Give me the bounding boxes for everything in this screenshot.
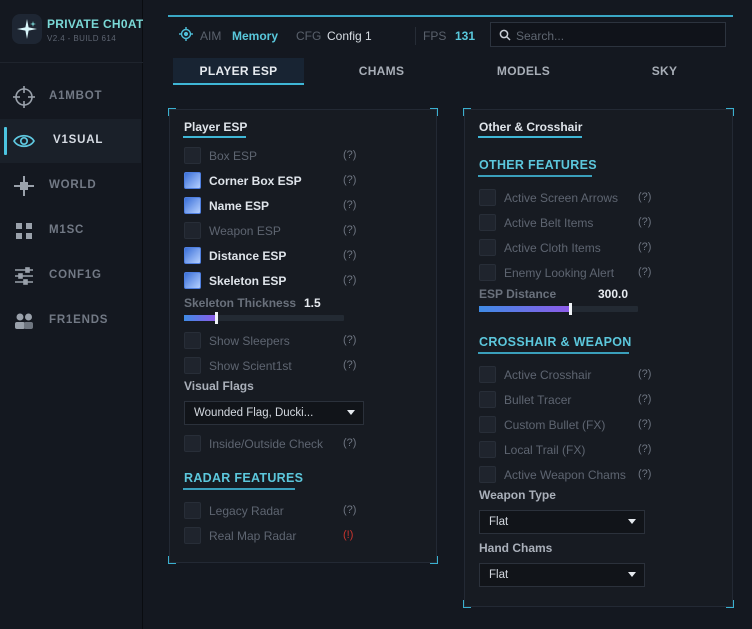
sidebar-item-label: WORLD	[49, 179, 97, 191]
checkbox-enemy-looking-alert[interactable]: Enemy Looking Alert (?)	[479, 264, 669, 282]
checkbox-bullet-tracer[interactable]: Bullet Tracer (?)	[479, 391, 669, 409]
section-title: CROSSHAIR & WEAPON	[479, 335, 632, 349]
tab-bar: PLAYER ESP CHAMS MODELS SKY	[168, 58, 733, 85]
checkbox-active-belt-items[interactable]: Active Belt Items (?)	[479, 214, 669, 232]
sidebar: PRIVATE CH0AT V2.4 - BUILD 614 A1MBOT V1…	[0, 0, 143, 629]
section-title: RADAR FEATURES	[184, 471, 304, 485]
search-placeholder: Search...	[516, 29, 565, 43]
skeleton-thickness-slider[interactable]	[184, 312, 344, 324]
panel-title: Player ESP	[184, 120, 248, 134]
chevron-down-icon	[628, 572, 636, 577]
title-underline	[183, 136, 246, 138]
sidebar-item-world[interactable]: WORLD	[0, 164, 141, 208]
sidebar-item-label: A1MBOT	[49, 90, 103, 102]
slider-thumb[interactable]	[568, 303, 572, 315]
fps-value: 131	[455, 29, 476, 43]
chevron-down-icon	[628, 519, 636, 524]
checkbox-weapon-esp[interactable]: Weapon ESP (?)	[184, 222, 374, 240]
esp-distance-value: 300.0	[598, 287, 629, 301]
sidebar-item-visual[interactable]: V1SUAL	[0, 119, 141, 163]
fps-label: FPS	[423, 29, 447, 43]
checkbox-corner-box-esp[interactable]: Corner Box ESP (?)	[184, 172, 374, 190]
tab-player-esp[interactable]: PLAYER ESP	[173, 58, 304, 85]
status-bar: AIM Memory CFG Config 1 FPS 131 Search..…	[168, 15, 733, 49]
sidebar-item-aimbot[interactable]: A1MBOT	[0, 75, 141, 119]
checkbox-active-crosshair[interactable]: Active Crosshair (?)	[479, 366, 669, 384]
sliders-icon	[12, 264, 36, 288]
sidebar-item-label: CONF1G	[49, 269, 102, 281]
checkbox-distance-esp[interactable]: Distance ESP (?)	[184, 247, 374, 265]
tab-models[interactable]: MODELS	[460, 58, 587, 84]
active-indicator	[4, 127, 7, 155]
sidebar-item-label: M1SC	[49, 224, 85, 236]
esp-distance-label: ESP Distance	[479, 287, 557, 301]
eye-icon	[12, 129, 36, 153]
checkbox-box-esp[interactable]: Box ESP (?)	[184, 147, 374, 165]
divider	[415, 27, 416, 45]
tab-sky[interactable]: SKY	[601, 58, 728, 84]
section-underline	[478, 352, 629, 354]
friends-icon	[12, 309, 36, 333]
weapon-type-dropdown[interactable]: Flat	[479, 510, 645, 534]
aim-value[interactable]: Memory	[232, 29, 278, 43]
weapon-type-label: Weapon Type	[479, 488, 556, 502]
hand-chams-label: Hand Chams	[479, 541, 553, 555]
chevron-down-icon	[347, 410, 355, 415]
world-icon	[12, 174, 36, 198]
checkbox-active-weapon-chams[interactable]: Active Weapon Chams (?)	[479, 466, 669, 484]
divider	[0, 62, 143, 63]
visual-flags-dropdown[interactable]: Wounded Flag, Ducki...	[184, 401, 364, 425]
search-input[interactable]: Search...	[490, 22, 726, 47]
checkbox-real-map-radar[interactable]: Real Map Radar (!)	[184, 527, 374, 545]
grid-icon	[12, 219, 36, 243]
logo-icon	[12, 14, 42, 44]
checkbox-legacy-radar[interactable]: Legacy Radar (?)	[184, 502, 374, 520]
brand-title: PRIVATE CH0AT	[47, 17, 144, 31]
cfg-value[interactable]: Config 1	[327, 29, 372, 43]
skeleton-thickness-label: Skeleton Thickness	[184, 296, 297, 310]
section-underline	[478, 175, 592, 177]
other-crosshair-panel: Other & Crosshair OTHER FEATURES Active …	[463, 108, 734, 608]
checkbox-show-sleepers[interactable]: Show Sleepers (?)	[184, 332, 374, 350]
brand: PRIVATE CH0AT V2.4 - BUILD 614	[12, 14, 143, 50]
checkbox-show-scientist[interactable]: Show Scient1st (?)	[184, 357, 374, 375]
checkbox-custom-bullet[interactable]: Custom Bullet (FX) (?)	[479, 416, 669, 434]
checkbox-active-screen-arrows[interactable]: Active Screen Arrows (?)	[479, 189, 669, 207]
app-window: PRIVATE CH0AT V2.4 - BUILD 614 A1MBOT V1…	[0, 0, 752, 629]
panel-title: Other & Crosshair	[479, 120, 583, 134]
search-icon	[499, 29, 511, 41]
crosshair-icon	[12, 85, 36, 109]
checkbox-active-cloth-items[interactable]: Active Cloth Items (?)	[479, 239, 669, 257]
section-underline	[183, 488, 295, 490]
title-underline	[478, 136, 582, 138]
target-icon	[179, 27, 193, 41]
tab-chams[interactable]: CHAMS	[318, 58, 445, 84]
checkbox-inside-outside-check[interactable]: Inside/Outside Check (?)	[184, 435, 374, 453]
esp-distance-slider[interactable]	[479, 303, 638, 315]
visual-flags-label: Visual Flags	[184, 379, 254, 393]
player-esp-panel: Player ESP Box ESP (?) Corner Box ESP (?) …	[168, 108, 438, 564]
checkbox-name-esp[interactable]: Name ESP (?)	[184, 197, 374, 215]
sidebar-item-config[interactable]: CONF1G	[0, 254, 141, 298]
checkbox-local-trail[interactable]: Local Trail (FX) (?)	[479, 441, 669, 459]
aim-label: AIM	[200, 29, 222, 43]
cfg-label: CFG	[296, 29, 322, 43]
sidebar-item-friends[interactable]: FR1ENDS	[0, 299, 141, 343]
sidebar-item-label: FR1ENDS	[49, 314, 109, 326]
hand-chams-dropdown[interactable]: Flat	[479, 563, 645, 587]
checkbox-skeleton-esp[interactable]: Skeleton ESP (?)	[184, 272, 374, 290]
section-title: OTHER FEATURES	[479, 158, 597, 172]
sidebar-item-label: V1SUAL	[53, 134, 104, 146]
sidebar-item-misc[interactable]: M1SC	[0, 209, 141, 253]
slider-thumb[interactable]	[215, 312, 218, 324]
skeleton-thickness-value: 1.5	[304, 296, 321, 310]
brand-version: V2.4 - BUILD 614	[47, 34, 117, 43]
